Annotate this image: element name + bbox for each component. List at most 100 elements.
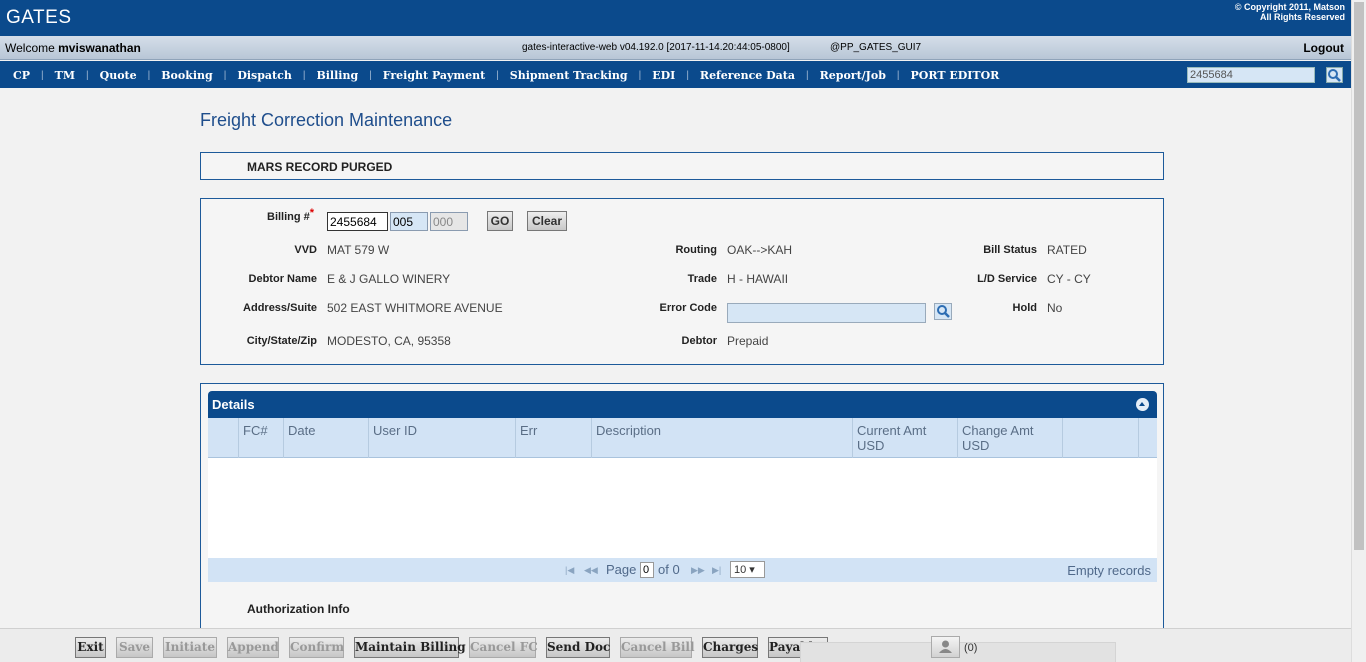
cancel-fc-button[interactable]: Cancel FC — [469, 637, 538, 658]
col-current-amt-line2: USD — [857, 438, 885, 453]
bottom-toolbar: Exit Save Initiate Append Confirm Mainta… — [0, 628, 1351, 662]
maintain-billing-button[interactable]: Maintain Billing — [354, 637, 466, 658]
trade-label: Trade — [687, 273, 717, 285]
page-size-select[interactable]: 10 ▾ — [730, 561, 765, 578]
nav-separator: | — [86, 69, 89, 81]
details-grid-body — [208, 458, 1157, 558]
nav-item-quote[interactable]: Quote — [100, 69, 137, 82]
clear-button[interactable]: Clear — [527, 211, 567, 231]
copyright: © Copyright 2011, Matson All Rights Rese… — [1235, 2, 1345, 22]
nav-item-report-job[interactable]: Report/Job — [820, 69, 886, 82]
details-grid-header: FC# Date User ID Err Description Current… — [208, 418, 1157, 458]
status-message: MARS RECORD PURGED — [247, 160, 393, 174]
col-user-id[interactable]: User ID — [368, 418, 515, 458]
nav-search-input[interactable] — [1187, 67, 1315, 83]
search-icon — [937, 305, 950, 318]
page-number-input[interactable] — [640, 562, 654, 578]
nav-item-dispatch[interactable]: Dispatch — [237, 69, 292, 82]
debtor-name-value: E & J GALLO WINERY — [327, 272, 451, 286]
col-err[interactable]: Err — [515, 418, 591, 458]
page-title: Freight Correction Maintenance — [200, 110, 453, 130]
save-button[interactable]: Save — [116, 637, 153, 658]
nav-item-shipment-tracking[interactable]: Shipment Tracking — [510, 69, 628, 82]
details-panel-header: Details — [208, 391, 1157, 418]
welcome-bar: Welcome mviswanathan gates-interactive-w… — [0, 36, 1351, 60]
col-extra — [1062, 418, 1138, 458]
initiate-button[interactable]: Initiate — [163, 637, 217, 658]
nav-item-freight-payment[interactable]: Freight Payment — [383, 69, 485, 82]
col-current-amt[interactable]: Current Amt USD — [852, 418, 957, 458]
routing-value: OAK-->KAH — [727, 243, 793, 257]
collapse-icon[interactable] — [1136, 398, 1149, 411]
trade-value: H - HAWAII — [727, 272, 789, 286]
col-date[interactable]: Date — [283, 418, 368, 458]
col-select — [208, 418, 239, 458]
required-mark: * — [309, 207, 315, 219]
routing-label: Routing — [675, 244, 717, 256]
online-users-button[interactable] — [931, 636, 960, 658]
vvd-value: MAT 579 W — [327, 243, 390, 257]
page-label: Page — [606, 562, 637, 577]
col-description[interactable]: Description — [591, 418, 852, 458]
vvd-label: VVD — [294, 244, 317, 256]
first-page-icon[interactable]: |◀ — [565, 565, 574, 576]
bill-status-value: RATED — [1047, 243, 1087, 257]
col-current-amt-line1: Current Amt — [857, 423, 927, 438]
nav-item-tm[interactable]: TM — [55, 69, 75, 82]
logout-link[interactable]: Logout — [1303, 41, 1344, 55]
prev-page-icon[interactable]: ◀◀ — [584, 565, 598, 576]
environment-tag: @PP_GATES_GUI7 — [830, 42, 922, 53]
billing-number-label-text: Billing # — [267, 211, 310, 223]
message-box: MARS RECORD PURGED — [200, 152, 1164, 180]
address-label: Address/Suite — [243, 302, 317, 314]
nav-separator: | — [896, 69, 900, 81]
billing-suffix1-input[interactable] — [390, 212, 428, 231]
main-nav: CP | TM | Quote | Booking | Dispatch | B… — [0, 61, 1351, 88]
send-doc-button[interactable]: Send Doc — [546, 637, 610, 658]
nav-search-button[interactable] — [1326, 67, 1343, 83]
billing-form: Billing #* GO Clear VVD MAT 579 W Debtor… — [200, 198, 1164, 365]
nav-item-booking[interactable]: Booking — [161, 69, 212, 82]
append-button[interactable]: Append — [227, 637, 279, 658]
nav-separator: | — [302, 69, 306, 81]
col-fc-number[interactable]: FC# — [238, 418, 283, 458]
nav-separator: | — [369, 69, 372, 81]
copyright-line2: All Rights Reserved — [1259, 12, 1345, 22]
user-icon — [939, 640, 952, 653]
scrollbar-thumb[interactable] — [1354, 2, 1364, 550]
nav-separator: | — [41, 69, 44, 81]
col-change-amt[interactable]: Change Amt USD — [957, 418, 1062, 458]
nav-item-billing[interactable]: Billing — [316, 69, 358, 82]
col-change-amt-line1: Change Amt — [962, 423, 1034, 438]
confirm-button[interactable]: Confirm — [289, 637, 344, 658]
vertical-scrollbar[interactable] — [1351, 0, 1366, 662]
nav-separator: | — [496, 69, 499, 81]
details-title: Details — [212, 397, 255, 412]
next-page-icon[interactable]: ▶▶ — [691, 565, 705, 576]
nav-separator: | — [806, 69, 809, 81]
exit-button[interactable]: Exit — [75, 637, 106, 658]
last-page-icon[interactable]: ▶| — [712, 565, 721, 576]
ld-service-value: CY - CY — [1047, 272, 1091, 286]
billing-suffix2-input[interactable] — [430, 212, 468, 231]
hold-label: Hold — [1012, 302, 1037, 314]
copyright-line1: © Copyright 2011, Matson — [1234, 2, 1345, 12]
error-code-search-button[interactable] — [934, 303, 952, 320]
details-pager: |◀ ◀◀ Page of 0 ▶▶ ▶| 10 ▾ Empty records — [208, 558, 1157, 582]
nav-item-reference-data[interactable]: Reference Data — [700, 69, 795, 82]
nav-item-cp[interactable]: CP — [13, 69, 30, 82]
error-code-label: Error Code — [659, 302, 717, 314]
nav-item-edi[interactable]: EDI — [652, 69, 675, 82]
go-button[interactable]: GO — [487, 211, 513, 231]
search-icon — [1328, 69, 1341, 82]
nav-separator: | — [686, 69, 689, 81]
welcome-prefix: Welcome — [5, 41, 55, 55]
nav-item-port-editor[interactable]: PORT EDITOR — [911, 69, 1000, 82]
billing-number-input[interactable] — [327, 212, 388, 231]
cancel-bill-button[interactable]: Cancel Bill — [620, 637, 695, 658]
error-code-input[interactable] — [727, 303, 926, 323]
welcome-username: mviswanathan — [58, 41, 141, 55]
page-of-label: of 0 — [658, 562, 680, 577]
charges-button[interactable]: Charges — [702, 637, 758, 658]
welcome-text: Welcome mviswanathan — [5, 41, 141, 55]
